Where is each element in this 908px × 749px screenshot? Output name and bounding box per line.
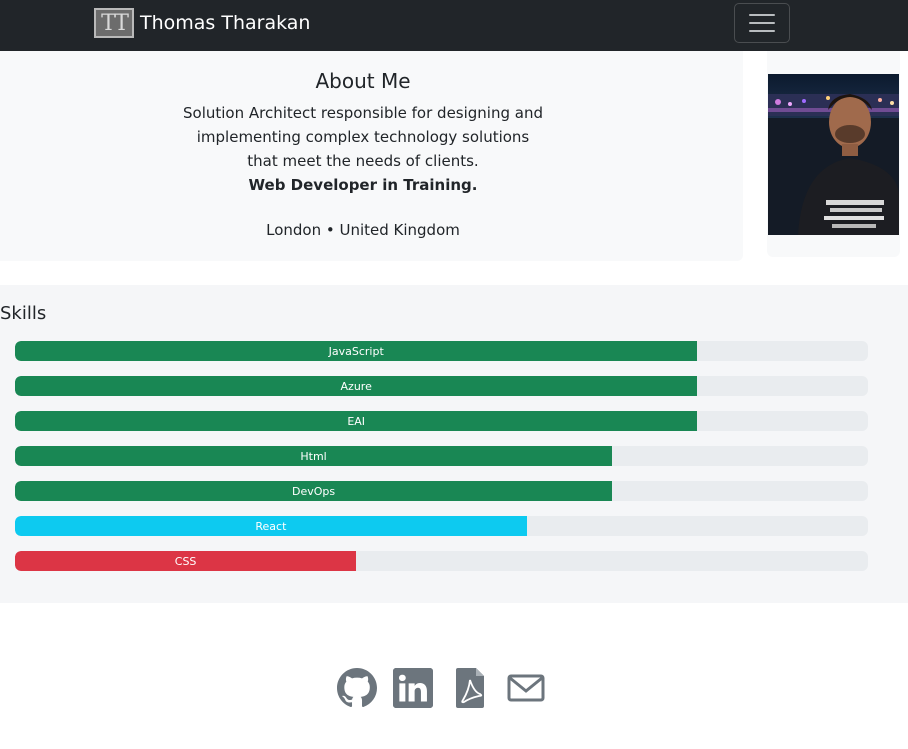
- about-highlight: Web Developer in Training.: [248, 176, 478, 194]
- about-card: About Me Solution Architect responsible …: [0, 51, 743, 261]
- email-link[interactable]: [506, 668, 546, 708]
- about-line-1: Solution Architect responsible for desig…: [183, 104, 543, 122]
- hamburger-menu-icon: [749, 14, 775, 16]
- linkedin-link[interactable]: [393, 668, 433, 708]
- skill-bar-fill: React: [15, 516, 527, 536]
- brand-name: Thomas Tharakan: [140, 12, 311, 34]
- skill-bar-track: React: [15, 516, 868, 536]
- skill-label: EAI: [347, 414, 366, 428]
- footer-social-links: [0, 660, 908, 720]
- skill-bar-fill: Html: [15, 446, 613, 466]
- skill-label: Azure: [340, 379, 372, 393]
- about-line-2: implementing complex technology solution…: [196, 128, 530, 146]
- skill-bar-track: JavaScript: [15, 341, 868, 361]
- mail-icon: [507, 674, 545, 702]
- brand-link[interactable]: TT Thomas Tharakan: [94, 8, 310, 38]
- navbar-toggler-button[interactable]: [734, 3, 790, 43]
- navbar: TT Thomas Tharakan: [0, 0, 908, 51]
- about-text: Solution Architect responsible for desig…: [0, 101, 726, 197]
- skill-bar-fill: DevOps: [15, 481, 613, 501]
- skill-bar-track: DevOps: [15, 481, 868, 501]
- linkedin-icon: [393, 668, 433, 708]
- resume-pdf-link[interactable]: [451, 668, 491, 708]
- skill-bar-fill: JavaScript: [15, 341, 698, 361]
- skill-bar-track: Html: [15, 446, 868, 466]
- skill-bar-fill: Azure: [15, 376, 698, 396]
- skill-label: CSS: [174, 554, 197, 568]
- skill-bar-track: CSS: [15, 551, 868, 571]
- skills-section: Skills JavaScript Azure EAI Html DevOps React…: [0, 285, 908, 603]
- skill-bar-fill: CSS: [15, 551, 357, 571]
- brand-logo: TT: [94, 8, 134, 38]
- skill-bar-track: Azure: [15, 376, 868, 396]
- about-line-3: that meet the needs of clients.: [247, 152, 479, 170]
- skill-label: DevOps: [291, 484, 336, 498]
- github-icon: [337, 668, 377, 708]
- about-location: London • United Kingdom: [266, 221, 460, 239]
- about-title: About Me: [315, 69, 411, 93]
- pdf-icon: [456, 668, 484, 708]
- skills-title: Skills: [0, 303, 47, 324]
- photo-card: [767, 51, 900, 257]
- skill-label: Html: [300, 449, 327, 463]
- github-link[interactable]: [337, 668, 377, 708]
- skill-label: React: [255, 519, 287, 533]
- skill-bar-fill: EAI: [15, 411, 698, 431]
- skill-bar-track: EAI: [15, 411, 868, 431]
- skill-label: JavaScript: [328, 344, 384, 358]
- profile-photo: [768, 74, 899, 235]
